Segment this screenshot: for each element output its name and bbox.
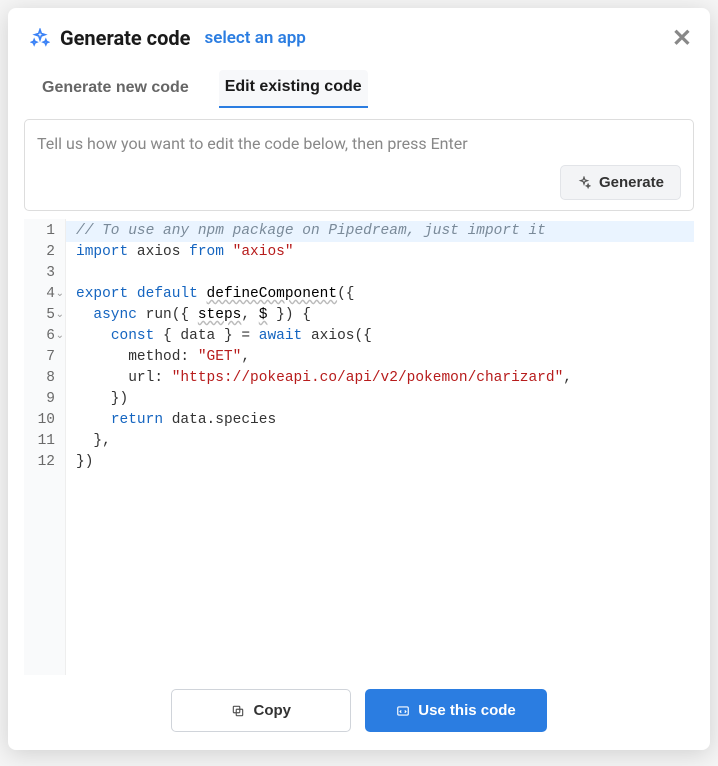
- code-line[interactable]: url: "https://pokeapi.co/api/v2/pokemon/…: [76, 368, 694, 389]
- line-number: 12: [28, 452, 55, 473]
- line-number: 9: [28, 389, 55, 410]
- prompt-actions: Generate: [37, 165, 681, 200]
- code-line[interactable]: const { data } = await axios({: [76, 326, 694, 347]
- line-number: 2: [28, 242, 55, 263]
- line-number: 3: [28, 263, 55, 284]
- line-number: 8: [28, 368, 55, 389]
- copy-button-label: Copy: [253, 702, 291, 719]
- generate-button[interactable]: Generate: [560, 165, 681, 200]
- code-line[interactable]: }): [76, 452, 694, 473]
- modal-footer: Copy Use this code: [8, 675, 710, 750]
- code-line[interactable]: import axios from "axios": [76, 242, 694, 263]
- prompt-box: Generate: [24, 119, 694, 211]
- code-line[interactable]: },: [76, 431, 694, 452]
- sparkle-icon: [577, 176, 591, 190]
- sparkle-icon: [30, 28, 50, 48]
- code-icon: [396, 704, 410, 718]
- generate-button-label: Generate: [599, 174, 664, 191]
- line-number: 5: [28, 305, 55, 326]
- tab-edit-existing[interactable]: Edit existing code: [219, 70, 368, 108]
- line-gutter: 123456789101112: [24, 219, 66, 675]
- line-number: 7: [28, 347, 55, 368]
- tab-generate-new[interactable]: Generate new code: [36, 70, 195, 108]
- line-number: 4: [28, 284, 55, 305]
- code-line[interactable]: }): [76, 389, 694, 410]
- code-line[interactable]: method: "GET",: [76, 347, 694, 368]
- use-code-button[interactable]: Use this code: [365, 689, 547, 732]
- modal-header: Generate code select an app: [8, 8, 710, 58]
- copy-button[interactable]: Copy: [171, 689, 351, 732]
- close-icon[interactable]: ✕: [672, 26, 692, 50]
- line-number: 6: [28, 326, 55, 347]
- use-code-button-label: Use this code: [418, 702, 516, 719]
- tabs: Generate new code Edit existing code: [8, 58, 710, 109]
- code-line[interactable]: async run({ steps, $ }) {: [76, 305, 694, 326]
- code-line[interactable]: export default defineComponent({: [76, 284, 694, 305]
- code-line[interactable]: [76, 263, 694, 284]
- prompt-input[interactable]: [37, 130, 681, 157]
- copy-icon: [231, 704, 245, 718]
- code-line[interactable]: // To use any npm package on Pipedream, …: [66, 221, 694, 242]
- select-app-link[interactable]: select an app: [204, 28, 305, 48]
- line-number: 10: [28, 410, 55, 431]
- generate-code-modal: ✕ Generate code select an app Generate n…: [8, 8, 710, 750]
- code-content[interactable]: // To use any npm package on Pipedream, …: [66, 219, 694, 675]
- line-number: 1: [28, 221, 55, 242]
- code-line[interactable]: return data.species: [76, 410, 694, 431]
- line-number: 11: [28, 431, 55, 452]
- modal-title: Generate code: [60, 26, 190, 50]
- code-editor[interactable]: 123456789101112 // To use any npm packag…: [24, 219, 694, 675]
